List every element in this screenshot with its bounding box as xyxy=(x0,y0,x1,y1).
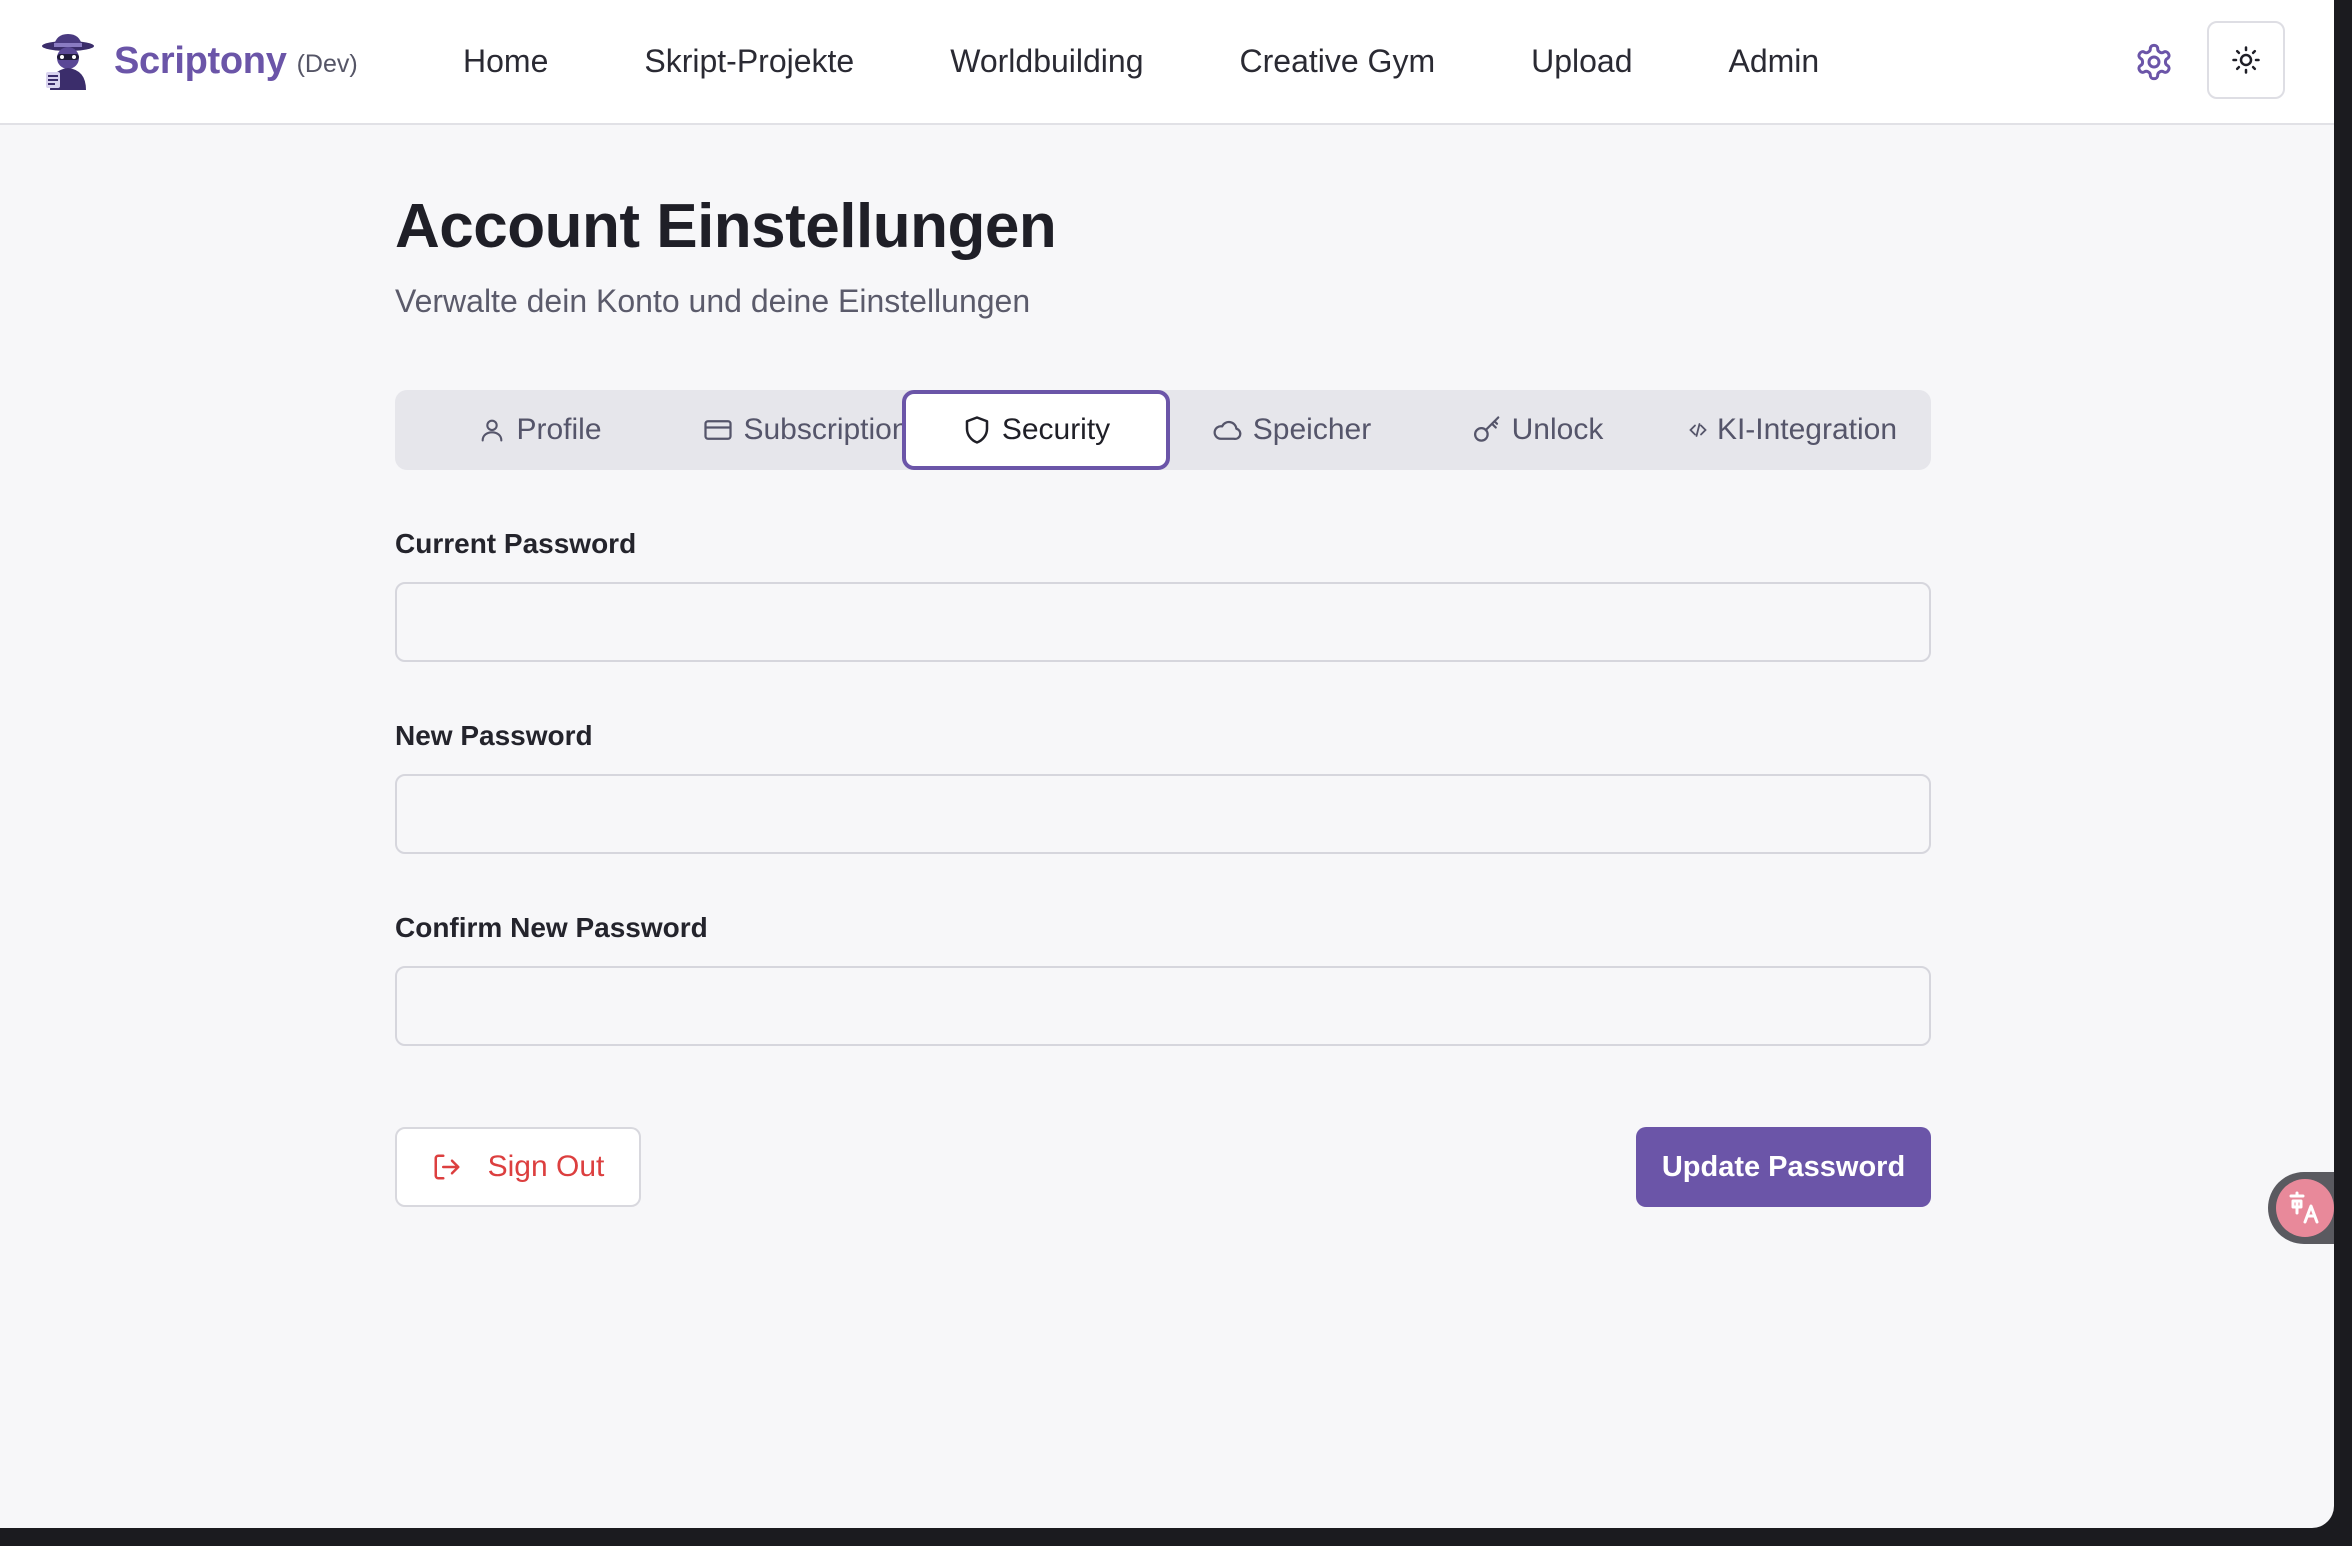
brand-name: Scriptony xyxy=(114,39,287,82)
tab-profile[interactable]: Profile xyxy=(433,390,647,470)
gear-icon xyxy=(2137,43,2171,81)
tab-label: KI-Integration xyxy=(1716,413,1898,446)
cloud-icon xyxy=(1211,415,1243,445)
sun-icon xyxy=(2232,46,2260,74)
update-password-button[interactable]: Update Password xyxy=(1636,1127,1931,1207)
app-window: Scriptony (Dev) Home Skript-Projekte Wor… xyxy=(0,0,2334,1528)
tab-label: Profile xyxy=(516,413,602,446)
nav-item-home[interactable]: Home xyxy=(463,43,548,80)
tab-subscription[interactable]: Subscription xyxy=(676,390,936,470)
key-icon xyxy=(1472,415,1502,445)
page-subtitle: Verwalte dein Konto und deine Einstellun… xyxy=(395,283,1031,319)
shield-icon xyxy=(962,415,992,445)
code-icon xyxy=(1689,421,1707,439)
new-password-input[interactable] xyxy=(395,774,1931,854)
sign-out-button[interactable]: Sign Out xyxy=(395,1127,641,1207)
tab-label: Speicher xyxy=(1252,413,1372,446)
tab-ki-integration[interactable]: KI-Integration xyxy=(1665,390,1921,470)
main-nav: Home Skript-Projekte Worldbuilding Creat… xyxy=(463,0,1915,123)
current-password-label: Current Password xyxy=(395,528,637,559)
nav-item-worldbuilding[interactable]: Worldbuilding xyxy=(950,43,1143,80)
tab-label: Security xyxy=(1001,413,1111,446)
tab-speicher[interactable]: Speicher xyxy=(1178,390,1404,470)
sign-out-label: Sign Out xyxy=(487,1150,605,1183)
tab-label: Unlock xyxy=(1511,413,1604,446)
tab-security[interactable]: Security xyxy=(902,390,1170,470)
nav-item-upload[interactable]: Upload xyxy=(1531,43,1632,80)
credit-card-icon xyxy=(703,415,733,445)
translate-icon xyxy=(2276,1179,2334,1237)
page-title: Account Einstellungen xyxy=(395,192,1057,261)
detective-mascot-icon xyxy=(42,34,94,90)
confirm-password-label: Confirm New Password xyxy=(395,912,708,943)
tab-label: Subscription xyxy=(743,413,909,446)
tab-unlock[interactable]: Unlock xyxy=(1429,390,1646,470)
user-icon xyxy=(478,416,506,444)
confirm-password-input[interactable] xyxy=(395,966,1931,1046)
brand[interactable]: Scriptony (Dev) xyxy=(40,30,358,92)
translate-extension-button[interactable] xyxy=(2268,1172,2334,1244)
nav-item-admin[interactable]: Admin xyxy=(1729,43,1820,80)
new-password-label: New Password xyxy=(395,720,593,751)
nav-item-creative-gym[interactable]: Creative Gym xyxy=(1240,43,1436,80)
log-out-icon xyxy=(432,1152,462,1182)
top-navigation-bar: Scriptony (Dev) Home Skript-Projekte Wor… xyxy=(0,0,2334,125)
settings-tabs: Profile Subscription Security Speicher U… xyxy=(395,390,1931,470)
current-password-input[interactable] xyxy=(395,582,1931,662)
settings-button[interactable] xyxy=(2130,38,2178,86)
environment-badge: (Dev) xyxy=(296,49,358,78)
nav-item-skript-projekte[interactable]: Skript-Projekte xyxy=(644,43,854,80)
theme-toggle-button[interactable] xyxy=(2207,21,2285,99)
